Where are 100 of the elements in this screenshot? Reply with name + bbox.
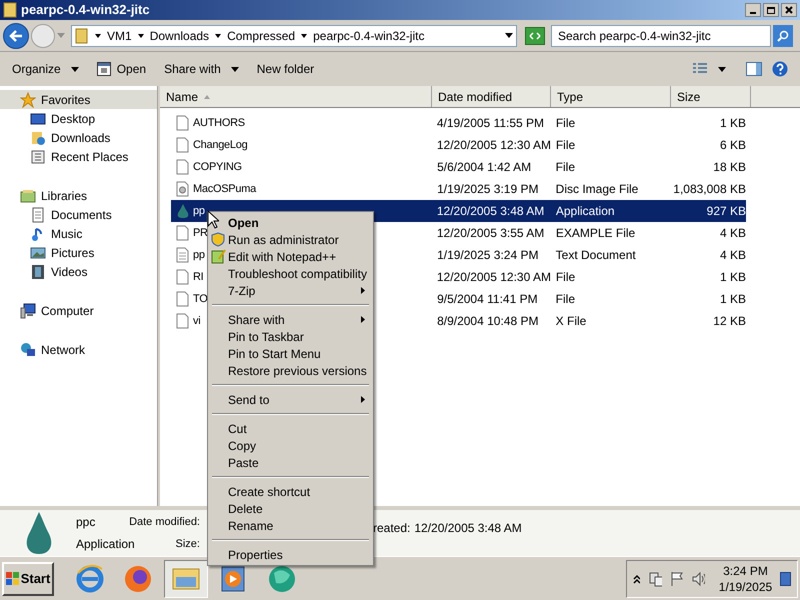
file-name[interactable]: vi <box>193 312 200 330</box>
sidebar-item[interactable]: Videos <box>0 262 157 281</box>
menu-item[interactable]: Troubleshoot compatibility <box>210 265 371 282</box>
breadcrumb-item[interactable]: Downloads <box>150 26 210 44</box>
file-icon <box>175 159 190 175</box>
close-icon <box>785 6 793 14</box>
column-header[interactable]: Name <box>160 86 432 107</box>
sidebar-item[interactable]: Desktop <box>0 109 157 128</box>
toolbar-button[interactable]: New folder <box>248 57 322 81</box>
view-icon[interactable] <box>692 62 708 76</box>
restore-button[interactable] <box>763 3 779 17</box>
caret-icon[interactable] <box>215 34 222 38</box>
search-button[interactable] <box>773 24 793 46</box>
toolbar-button[interactable]: Open <box>88 57 154 81</box>
show-desktop-button[interactable] <box>780 572 792 586</box>
menu-item[interactable]: Delete <box>210 500 371 517</box>
file-name[interactable]: AUTHORS <box>193 114 245 132</box>
menu-item[interactable]: Paste <box>210 454 371 471</box>
preview-pane-icon[interactable] <box>746 62 762 76</box>
start-button[interactable]: Start <box>2 562 54 596</box>
minimize-button[interactable] <box>745 3 761 17</box>
menu-item[interactable]: Copy <box>210 437 371 454</box>
menu-item[interactable]: Pin to Taskbar <box>210 328 371 345</box>
menu-item[interactable]: Share with <box>210 311 371 328</box>
sort-caret-icon <box>204 94 210 98</box>
menu-item[interactable]: Edit with Notepad++ <box>210 248 371 265</box>
column-header[interactable]: Date modified <box>432 86 551 107</box>
file-name[interactable]: pp <box>193 202 205 220</box>
clock-time[interactable]: 3:24 PM <box>723 562 768 578</box>
address-bar[interactable]: VM1 Downloads Compressed pearpc-0.4-win32-jitc <box>71 24 517 46</box>
table-cell-text: 8/9/2004 10:48 PM <box>436 313 540 330</box>
table-cell-text: 927 KB <box>706 203 746 220</box>
menu-item[interactable]: Rename <box>210 517 371 534</box>
back-button[interactable] <box>3 22 29 48</box>
column-header[interactable]: Size <box>671 86 751 107</box>
taskbar-button[interactable] <box>164 560 208 598</box>
menu-item[interactable]: 7-Zip <box>210 282 371 299</box>
sidebar-item[interactable]: Documents <box>0 205 157 224</box>
chevron-icon[interactable] <box>633 574 640 584</box>
search-field[interactable]: Search pearpc-0.4-win32-jitc <box>551 24 771 46</box>
picture-icon <box>30 244 46 260</box>
sidebar-item[interactable]: Recent Places <box>0 147 157 166</box>
folder-icon <box>30 130 46 146</box>
sidebar-item[interactable]: Downloads <box>0 128 157 147</box>
menu-item[interactable]: Run as administrator <box>210 231 371 248</box>
caret-icon[interactable] <box>505 33 513 38</box>
folder-icon <box>75 28 89 44</box>
caret-icon[interactable] <box>718 66 726 72</box>
table-cell-text: 12/20/2005 3:48 AM <box>436 203 546 220</box>
file-name[interactable]: MacOSPuma <box>193 180 256 198</box>
table-cell-text: 1,083,008 KB <box>672 181 746 198</box>
network-icon[interactable] <box>648 570 662 586</box>
menu-item[interactable]: Send to <box>210 391 371 408</box>
clock-date[interactable]: 1/19/2025 <box>718 578 772 594</box>
sidebar-item[interactable]: Pictures <box>0 243 157 262</box>
sidebar-item[interactable]: Favorites <box>0 90 157 109</box>
menu-button[interactable]: Organize <box>4 57 87 81</box>
file-name[interactable]: ChangeLog <box>193 136 248 154</box>
table-cell-text: 1/19/2025 3:24 PM <box>436 247 540 264</box>
monitor-icon <box>30 110 46 126</box>
table-cell-text: 18 KB <box>712 159 746 176</box>
breadcrumb-item[interactable]: pearpc-0.4-win32-jitc <box>313 26 424 44</box>
file-name[interactable]: PR <box>193 224 208 242</box>
table-cell-text: File <box>554 115 576 132</box>
library-icon <box>20 188 36 204</box>
breadcrumb-item[interactable]: VM1 <box>107 26 132 44</box>
flag-icon[interactable] <box>670 570 683 586</box>
help-icon[interactable] <box>772 61 788 77</box>
breadcrumb-item[interactable]: Compressed <box>227 26 296 44</box>
table-cell-text: Disc Image File <box>554 181 640 198</box>
sidebar-item[interactable]: Network <box>0 340 157 359</box>
menu-item[interactable]: Cut <box>210 420 371 437</box>
sidebar-item[interactable]: Libraries <box>0 186 157 205</box>
close-button[interactable] <box>781 3 797 17</box>
table-cell-text: 12 KB <box>712 313 746 330</box>
sidebar-item[interactable]: Computer <box>0 301 157 320</box>
caret-icon[interactable] <box>138 34 144 38</box>
table-cell-text: 1/19/2025 3:19 PM <box>436 181 540 198</box>
caret-icon[interactable] <box>301 34 308 38</box>
menu-button[interactable]: Share with <box>156 57 247 81</box>
table-cell-text: 5/6/2004 1:42 AM <box>436 159 532 176</box>
file-name[interactable]: TO <box>193 290 208 308</box>
column-header[interactable]: Type <box>551 86 671 107</box>
table-cell-text: Text Document <box>554 247 637 264</box>
caret-icon[interactable] <box>95 34 101 38</box>
menu-item[interactable]: Pin to Start Menu <box>210 345 371 362</box>
window-icon <box>96 62 111 76</box>
table-cell-text: 9/5/2004 11:41 PM <box>436 291 539 308</box>
shield-icon <box>211 232 225 247</box>
file-name[interactable]: pp <box>193 246 205 264</box>
file-type: Application <box>76 536 136 553</box>
menu-item[interactable]: Create shortcut <box>210 483 371 500</box>
notepad-icon <box>211 249 226 264</box>
refresh-button[interactable] <box>525 26 545 44</box>
file-name[interactable]: COPYING <box>193 158 242 176</box>
menu-item[interactable]: Restore previous versions <box>210 362 371 379</box>
menu-item[interactable]: Properties <box>210 546 371 563</box>
sidebar-item[interactable]: Music <box>0 224 157 243</box>
file-name[interactable]: RI <box>193 268 204 286</box>
speaker-icon[interactable] <box>690 570 705 586</box>
